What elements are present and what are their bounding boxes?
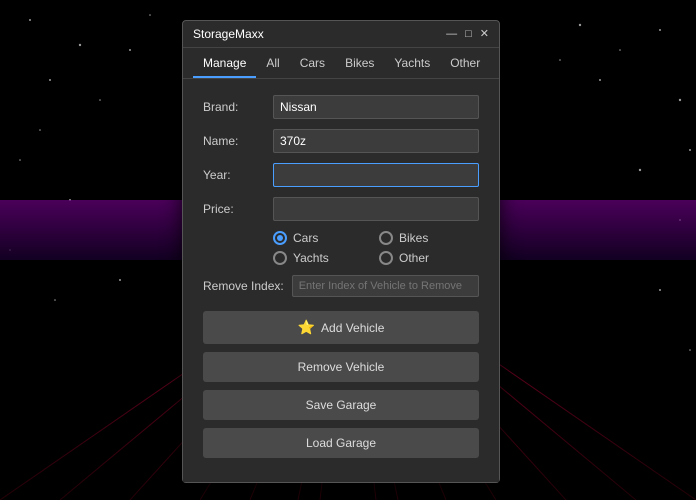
add-vehicle-button[interactable]: ⭐ Add Vehicle <box>203 311 479 344</box>
tab-manage[interactable]: Manage <box>193 48 256 78</box>
radio-cars-label: Cars <box>293 231 318 245</box>
radio-yachts-circle <box>273 251 287 265</box>
radio-other-label: Other <box>399 251 429 265</box>
name-label: Name: <box>203 134 273 148</box>
radio-bikes[interactable]: Bikes <box>379 231 479 245</box>
save-garage-button[interactable]: Save Garage <box>203 390 479 420</box>
tab-other[interactable]: Other <box>440 48 490 78</box>
close-button[interactable]: ✕ <box>480 29 489 40</box>
year-row: Year: <box>203 163 479 187</box>
radio-cars[interactable]: Cars <box>273 231 373 245</box>
name-input[interactable] <box>273 129 479 153</box>
title-bar: StorageMaxx — □ ✕ <box>183 21 499 48</box>
add-vehicle-label: Add Vehicle <box>321 321 384 335</box>
tab-cars[interactable]: Cars <box>290 48 335 78</box>
year-label: Year: <box>203 168 273 182</box>
remove-index-input[interactable] <box>292 275 479 297</box>
star-icon: ⭐ <box>298 319 315 336</box>
tab-yachts[interactable]: Yachts <box>384 48 440 78</box>
brand-row: Brand: <box>203 95 479 119</box>
tab-bikes[interactable]: Bikes <box>335 48 384 78</box>
load-garage-button[interactable]: Load Garage <box>203 428 479 458</box>
tab-all[interactable]: All <box>256 48 289 78</box>
remove-index-label: Remove Index: <box>203 279 284 293</box>
form-content: Brand: Name: Year: Price: Cars Bike <box>183 79 499 482</box>
brand-label: Brand: <box>203 100 273 114</box>
window-controls: — □ ✕ <box>446 29 489 40</box>
radio-bikes-label: Bikes <box>399 231 428 245</box>
radio-other[interactable]: Other <box>379 251 479 265</box>
window-title: StorageMaxx <box>193 27 264 41</box>
radio-bikes-circle <box>379 231 393 245</box>
brand-input[interactable] <box>273 95 479 119</box>
nav-tabs: Manage All Cars Bikes Yachts Other <box>183 48 499 79</box>
name-row: Name: <box>203 129 479 153</box>
radio-cars-circle <box>273 231 287 245</box>
remove-vehicle-button[interactable]: Remove Vehicle <box>203 352 479 382</box>
price-label: Price: <box>203 202 273 216</box>
radio-other-circle <box>379 251 393 265</box>
radio-yachts-label: Yachts <box>293 251 329 265</box>
maximize-button[interactable]: □ <box>465 29 472 40</box>
price-row: Price: <box>203 197 479 221</box>
main-window: StorageMaxx — □ ✕ Manage All Cars Bikes … <box>182 20 500 483</box>
radio-group: Cars Bikes Yachts Other <box>203 231 479 265</box>
radio-yachts[interactable]: Yachts <box>273 251 373 265</box>
remove-index-row: Remove Index: <box>203 275 479 297</box>
year-input[interactable] <box>273 163 479 187</box>
minimize-button[interactable]: — <box>446 29 457 40</box>
price-input[interactable] <box>273 197 479 221</box>
